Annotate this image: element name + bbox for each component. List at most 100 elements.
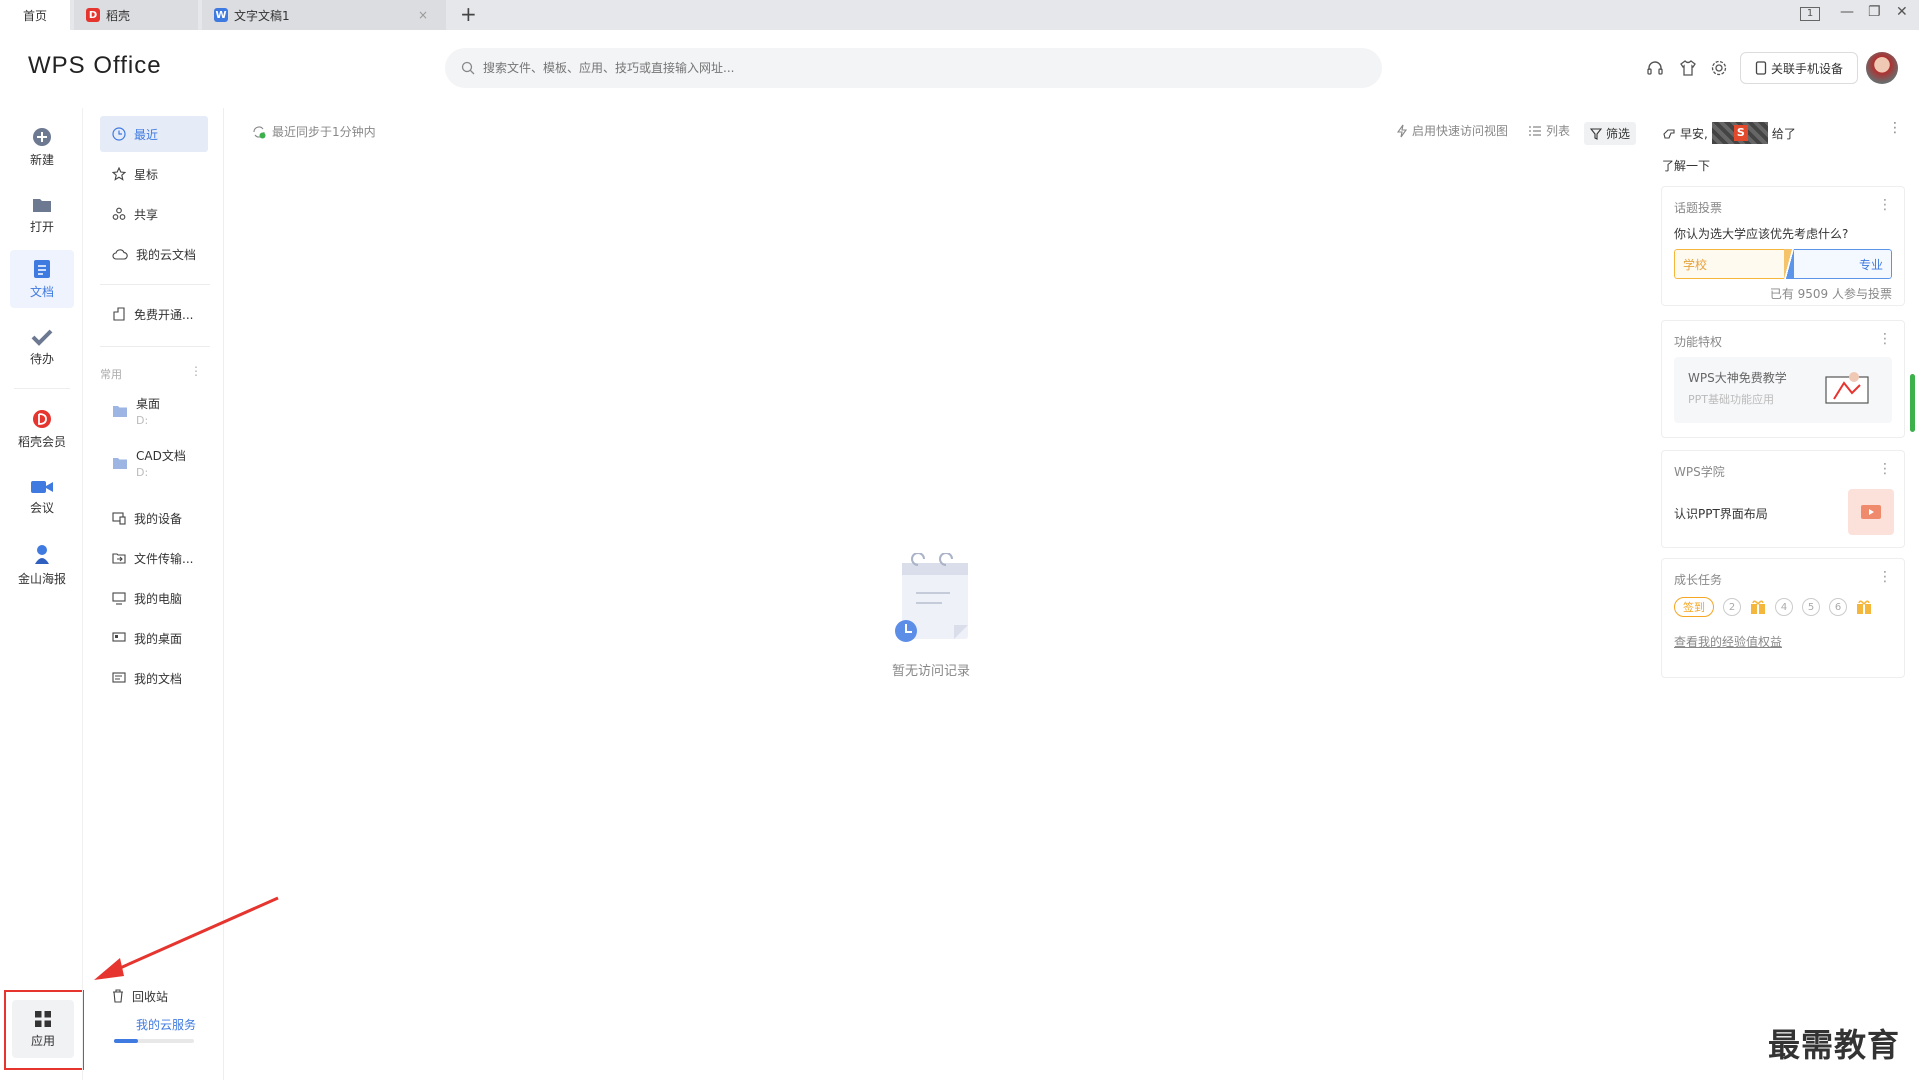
feature-card-more-icon[interactable]: ⋮: [1878, 331, 1892, 347]
nav-cad[interactable]: CAD文档 D:: [100, 440, 208, 486]
screen-icon[interactable]: 1: [1800, 7, 1820, 21]
rail-member[interactable]: 稻壳会员: [10, 400, 74, 458]
nav-device[interactable]: 我的设备: [100, 500, 208, 536]
rail-meeting[interactable]: 会议: [10, 468, 74, 526]
nav-computer-label: 我的电脑: [134, 591, 183, 606]
teacher-board-icon: [1825, 372, 1869, 404]
nav-desktop-text: 桌面 D:: [136, 395, 160, 427]
list-view-label: 列表: [1546, 124, 1571, 138]
nav-mydocs[interactable]: 我的文档: [100, 660, 208, 696]
tab-bar: 首页 D 稻壳 W 文字文稿1 × + 1 — ❐ ✕: [0, 0, 1919, 30]
task-step-2: 2: [1723, 598, 1741, 616]
daoke-icon: D: [86, 8, 100, 22]
link-phone-button[interactable]: 关联手机设备: [1740, 52, 1858, 84]
nav-cloud[interactable]: 我的云文档: [100, 236, 208, 272]
nav-transfer[interactable]: 文件传输...: [100, 540, 208, 576]
writer-icon: W: [214, 8, 228, 22]
new-tab-button[interactable]: +: [460, 2, 477, 26]
rail-new[interactable]: 新建: [10, 118, 74, 176]
list-icon: [1529, 125, 1541, 136]
academy-card-more-icon[interactable]: ⋮: [1878, 461, 1892, 477]
tab-document-label: 文字文稿1: [234, 8, 290, 23]
rail-open[interactable]: 打开: [10, 186, 74, 244]
nav-divider: [100, 346, 210, 347]
greeting-more-icon[interactable]: ⋮: [1888, 120, 1902, 136]
rail-docs[interactable]: 文档: [10, 250, 74, 308]
nav-computer[interactable]: 我的电脑: [100, 580, 208, 616]
checkin-button[interactable]: 签到: [1674, 597, 1714, 617]
rail-member-label: 稻壳会员: [17, 434, 66, 449]
link-phone-label: 关联手机设备: [1770, 61, 1843, 76]
cloud-usage-bar: [114, 1039, 194, 1043]
cloud-usage-fill: [114, 1039, 138, 1043]
feature-card: 功能特权 ⋮ WPS大神免费教学 PPT基础功能应用: [1661, 320, 1905, 438]
greeting: 早安, 给了: [1662, 122, 1796, 144]
vote-option-school[interactable]: 学校: [1674, 249, 1784, 279]
plus-circle-icon: [33, 127, 51, 146]
tab-daoke[interactable]: D 稻壳: [74, 0, 198, 30]
nav-share-label: 共享: [134, 207, 159, 222]
tab-home[interactable]: 首页: [0, 0, 70, 30]
transfer-icon: [112, 553, 126, 564]
folder-icon: [113, 458, 127, 469]
search-input[interactable]: [483, 61, 1363, 75]
rail-divider: [14, 388, 70, 389]
share-icon: [112, 207, 126, 220]
vote-count: 已有 9509 人参与投票: [1769, 287, 1892, 301]
settings-gear-icon[interactable]: [1708, 57, 1730, 79]
device-icon: [112, 512, 126, 525]
nav-free[interactable]: 免费开通...: [100, 296, 208, 332]
user-avatar[interactable]: [1866, 52, 1898, 84]
restore-button[interactable]: ❐: [1868, 4, 1881, 20]
nav-star[interactable]: 星标: [100, 156, 208, 192]
documents-icon: [112, 672, 126, 683]
play-video-icon: [1861, 505, 1881, 519]
right-panel-scrollbar[interactable]: [1910, 374, 1915, 432]
academy-lesson-text[interactable]: 认识PPT界面布局: [1674, 505, 1768, 522]
skin-shirt-icon[interactable]: [1677, 57, 1699, 79]
quick-access-toggle[interactable]: 启用快速访问视图: [1396, 122, 1508, 139]
list-view-button[interactable]: 列表: [1528, 122, 1570, 139]
filter-button[interactable]: 筛选: [1584, 122, 1637, 145]
nav-cloud-label: 我的云文档: [136, 247, 197, 262]
tasks-card-more-icon[interactable]: ⋮: [1878, 569, 1892, 585]
minimize-button[interactable]: —: [1840, 4, 1854, 20]
daoke-member-icon: [33, 409, 51, 428]
vote-option-school-label: 学校: [1683, 257, 1708, 272]
nav-trash-label: 回收站: [132, 989, 169, 1004]
window-close-button[interactable]: ✕: [1896, 4, 1908, 20]
clock-icon: [112, 127, 126, 141]
wps-logo: WPS Office: [28, 52, 162, 79]
rail-todo[interactable]: 待办: [10, 318, 74, 376]
nav-recent[interactable]: 最近: [100, 116, 208, 152]
common-more-icon[interactable]: ⋮: [190, 364, 202, 378]
vote-option-major[interactable]: 专业: [1794, 249, 1892, 279]
headset-icon[interactable]: [1644, 57, 1666, 79]
cloud-service-link[interactable]: 我的云服务: [136, 1016, 196, 1033]
nav-share[interactable]: 共享: [100, 196, 208, 232]
common-section-label: 常用: [100, 368, 122, 381]
rail-poster[interactable]: 金山海报: [10, 536, 74, 594]
feature-banner[interactable]: WPS大神免费教学 PPT基础功能应用: [1674, 357, 1892, 423]
rail-open-label: 打开: [29, 219, 54, 234]
nav-desktop-label: 桌面: [136, 397, 161, 411]
document-icon: [34, 259, 50, 278]
feature-line2: PPT基础功能应用: [1688, 393, 1774, 406]
tab-daoke-label: 稻壳: [106, 8, 131, 23]
tab-home-label: 首页: [22, 8, 47, 23]
tab-close-icon[interactable]: ×: [418, 8, 428, 22]
experience-link[interactable]: 查看我的经验值权益: [1674, 633, 1782, 650]
annotation-arrow: [94, 896, 279, 980]
search-bar[interactable]: [445, 48, 1382, 88]
nav-desktop[interactable]: 桌面 D:: [100, 388, 208, 434]
vote-card-more-icon[interactable]: ⋮: [1878, 197, 1892, 213]
academy-thumbnail[interactable]: [1848, 489, 1894, 535]
nav-cad-path: D:: [136, 466, 149, 479]
username-badge[interactable]: [1711, 122, 1768, 144]
computer-icon: [112, 592, 126, 605]
tab-document[interactable]: W 文字文稿1 ×: [202, 0, 446, 30]
gift-icon: [1857, 600, 1871, 614]
check-icon: [31, 329, 53, 346]
nav-mydesktop[interactable]: 我的桌面: [100, 620, 208, 656]
tasks-card-title: 成长任务: [1674, 573, 1723, 587]
